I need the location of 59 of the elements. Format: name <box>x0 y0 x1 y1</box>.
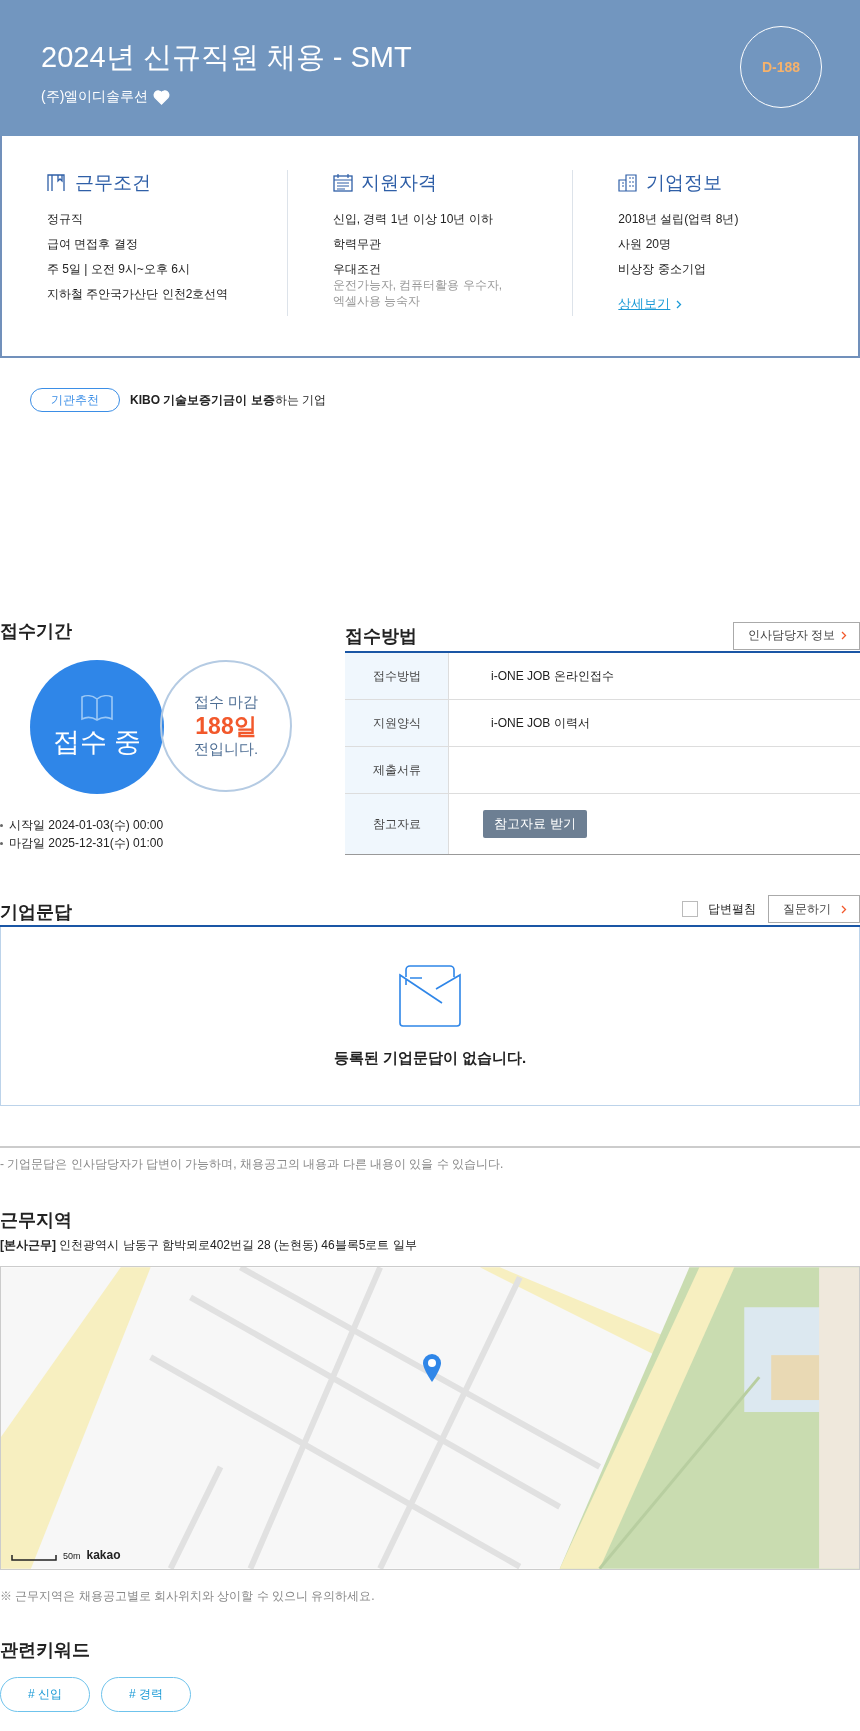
section-heading: 접수방법 <box>345 624 417 647</box>
book-icon <box>80 694 114 722</box>
checkbox-label: 답변펼침 <box>708 900 756 918</box>
info-text: 지하철 주안국가산단 인천2호선역 <box>47 286 229 302</box>
keyword-tag[interactable]: # 신입 <box>0 1677 90 1712</box>
info-text: 학력무관 <box>332 236 381 252</box>
info-text: 우대조건 <box>332 261 381 277</box>
map-attribution: kakao <box>86 1549 121 1561</box>
download-button[interactable]: 참고자료 받기 <box>483 810 587 838</box>
info-text: 주 5일 | 오전 9시~오후 6시 <box>47 261 190 277</box>
recommend-text: KIBO 기술보증기금이 보증하는 기업 <box>130 391 326 409</box>
scale-label: 50m <box>63 1551 81 1561</box>
table-cell: i-ONE JOB 이력서 <box>491 714 590 732</box>
chevron-icon <box>676 299 683 309</box>
info-text: 비상장 중소기업 <box>618 261 706 277</box>
section-heading: 기업문답 <box>0 901 72 923</box>
date-text: 마감일 2025-12-31(수) 01:00 <box>9 835 164 852</box>
contact-info-button[interactable]: 인사담당자 정보 <box>733 621 860 650</box>
status-text: 접수 중 <box>52 726 142 759</box>
section-heading: 관련키워드 <box>0 1639 91 1661</box>
scale-bar-icon <box>11 1555 57 1561</box>
info-text: 사원 20명 <box>618 236 672 252</box>
details-link[interactable]: 상세보기 <box>618 295 671 313</box>
info-detail: 운전가능자, 컴퓨터활용 우수자, 엑셀사용 능숙자 <box>332 277 503 309</box>
job-title: 2024년 신규직원 채용 - SMT <box>41 40 412 75</box>
table-cell: i-ONE JOB 온라인접수 <box>491 667 614 685</box>
company-name[interactable]: (주)엘이디솔루션 <box>41 88 149 106</box>
building-icon <box>618 173 639 193</box>
deadline-label: 접수 마감 <box>193 693 259 712</box>
section-heading: 접수기간 <box>0 620 73 642</box>
table-header-cell: 접수방법 <box>345 653 449 699</box>
keyword-tag[interactable]: # 경력 <box>101 1677 191 1712</box>
calendar-icon <box>332 173 353 193</box>
heart-icon[interactable] <box>153 89 171 105</box>
days-left: 188일 <box>195 712 257 740</box>
date-text: 시작일 2024-01-03(수) 00:00 <box>9 817 164 834</box>
door-icon <box>47 173 67 193</box>
info-text: 신입, 경력 1년 이상 10년 이하 <box>332 211 493 227</box>
empty-message: 등록된 기업문답이 없습니다. <box>333 1048 527 1068</box>
info-text: 정규직 <box>47 211 83 227</box>
section-title: 근무조건 <box>75 171 151 195</box>
chevron-icon <box>841 631 847 640</box>
info-text: 급여 면접후 결정 <box>47 236 138 252</box>
ask-question-button[interactable]: 질문하기 <box>768 895 860 923</box>
map-pin-icon <box>422 1353 442 1383</box>
chevron-icon <box>841 904 847 914</box>
section-title: 지원자격 <box>360 171 437 195</box>
table-header-cell: 지원양식 <box>345 700 449 746</box>
info-text: 2018년 설립(업력 8년) <box>618 211 739 227</box>
section-title: 기업정보 <box>646 171 723 195</box>
notice-text: - 기업문답은 인사담당자가 답변이 가능하며, 채용공고의 내용과 다른 내용이 있을 수 있습니다. <box>0 1156 505 1173</box>
notice-text: ※ 근무지역은 채용공고별로 회사위치와 상이할 수 있으니 유의하세요. <box>0 1588 376 1605</box>
envelope-icon <box>398 964 462 1027</box>
section-heading: 근무지역 <box>0 1209 73 1231</box>
table-header-cell: 제출서류 <box>345 747 449 793</box>
address-text: [본사근무] 인천광역시 남동구 함박뫼로402번길 28 (논현동) 46블록5로트 일부 <box>0 1237 418 1254</box>
checkbox[interactable] <box>682 901 698 917</box>
table-header-cell: 참고자료 <box>345 794 449 854</box>
deadline-suffix: 전입니다. <box>193 740 259 759</box>
